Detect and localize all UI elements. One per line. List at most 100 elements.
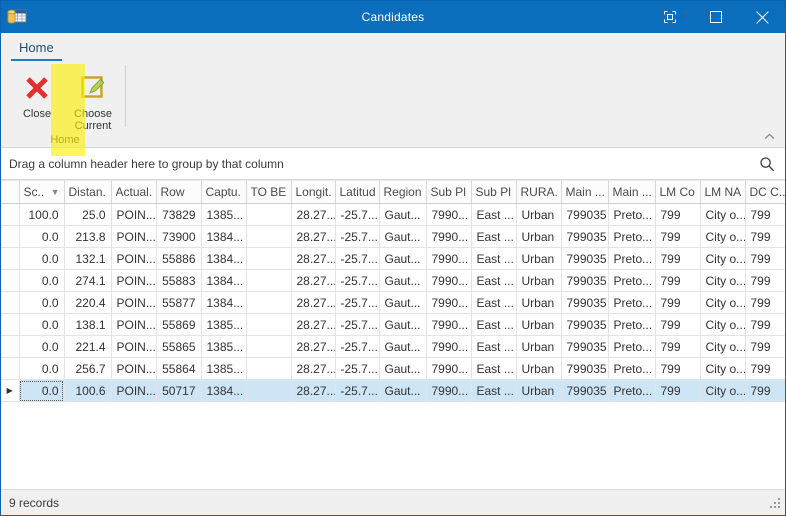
cell-subpl1[interactable]: 7990... [426,357,472,380]
cell-dcc[interactable]: 799 [745,247,785,270]
cell-main2[interactable]: Preto... [608,269,656,292]
column-header-region[interactable]: Region [379,180,427,204]
cell-lmna[interactable]: City o... [700,357,746,380]
cell-dcc[interactable]: 799 [745,313,785,336]
resize-grip-icon[interactable] [768,496,782,510]
cell-distance[interactable]: 138.1 [64,313,112,336]
cell-subpl1[interactable]: 7990... [426,379,472,402]
cell-main1[interactable]: 799035 [561,379,609,402]
cell-dcc[interactable]: 799 [745,269,785,292]
cell-lmna[interactable]: City o... [700,291,746,314]
cell-main2[interactable]: Preto... [608,335,656,358]
cell-rural[interactable]: Urban [516,291,562,314]
cell-tobe[interactable] [246,379,292,402]
cell-subpl1[interactable]: 7990... [426,247,472,270]
cell-actual[interactable]: POIN... [111,357,157,380]
cell-distance[interactable]: 213.8 [64,225,112,248]
cell-subpl2[interactable]: East ... [471,313,517,336]
cell-rural[interactable]: Urban [516,379,562,402]
cell-actual[interactable]: POIN... [111,269,157,292]
cell-main1[interactable]: 799035 [561,291,609,314]
cell-subpl2[interactable]: East ... [471,203,517,226]
table-row[interactable]: ▶ 0.0 100.6 POIN... 50717 1384... 28.27... -25.… [1,379,785,402]
column-header-tobe[interactable]: TO BE... [246,180,292,204]
cell-main2[interactable]: Preto... [608,247,656,270]
cell-score[interactable]: 0.0 [19,269,65,292]
cell-region[interactable]: Gaut... [379,203,427,226]
cell-longitude[interactable]: 28.27... [291,269,336,292]
cell-region[interactable]: Gaut... [379,225,427,248]
cell-rural[interactable]: Urban [516,203,562,226]
cell-subpl2[interactable]: East ... [471,357,517,380]
cell-lmco[interactable]: 799 [655,357,701,380]
cell-rural[interactable]: Urban [516,357,562,380]
cell-lmco[interactable]: 799 [655,225,701,248]
table-row[interactable]: 0.0 220.4 POIN... 55877 1384... 28.27... -25.7… [1,291,785,314]
cell-score[interactable]: 0.0 [19,313,65,336]
cell-distance[interactable]: 221.4 [64,335,112,358]
cell-main1[interactable]: 799035 [561,247,609,270]
table-row[interactable]: 100.0 25.0 POIN... 73829 1385... 28.27... -25.… [1,203,785,226]
cell-actual[interactable]: POIN... [111,225,157,248]
cell-longitude[interactable]: 28.27... [291,225,336,248]
cell-distance[interactable]: 274.1 [64,269,112,292]
cell-tobe[interactable] [246,335,292,358]
cell-subpl1[interactable]: 7990... [426,269,472,292]
cell-dcc[interactable]: 799 [745,335,785,358]
cell-main1[interactable]: 799035 [561,203,609,226]
cell-dcc[interactable]: 799 [745,203,785,226]
cell-latitude[interactable]: -25.7... [335,203,380,226]
cell-score[interactable]: 100.0 [19,203,65,226]
cell-rural[interactable]: Urban [516,335,562,358]
cell-subpl1[interactable]: 7990... [426,225,472,248]
cell-score[interactable]: 0.0 [19,335,65,358]
column-header-subpl1[interactable]: Sub Pl... [426,180,472,204]
group-by-panel[interactable]: Drag a column header here to group by th… [1,148,785,180]
cell-capture[interactable]: 1384... [201,247,247,270]
table-row[interactable]: 0.0 132.1 POIN... 55886 1384... 28.27... -25.7… [1,247,785,270]
cell-lmco[interactable]: 799 [655,269,701,292]
cell-latitude[interactable]: -25.7... [335,269,380,292]
cell-row[interactable]: 73829 [156,203,202,226]
cell-main1[interactable]: 799035 [561,269,609,292]
cell-row[interactable]: 55883 [156,269,202,292]
cell-subpl2[interactable]: East ... [471,335,517,358]
column-header-lmna[interactable]: LM NA... [700,180,746,204]
cell-actual[interactable]: POIN... [111,313,157,336]
column-header-capture[interactable]: Captu... [201,180,247,204]
ribbon-collapse-chevron-up-icon[interactable] [759,127,779,145]
table-row[interactable]: 0.0 256.7 POIN... 55864 1385... 28.27... -25.7… [1,357,785,380]
table-row[interactable]: 0.0 221.4 POIN... 55865 1385... 28.27... -25.7… [1,335,785,358]
column-header-actual[interactable]: Actual... [111,180,157,204]
close-button[interactable]: Close [9,65,65,120]
cell-row[interactable]: 50717 [156,379,202,402]
cell-tobe[interactable] [246,313,292,336]
cell-lmna[interactable]: City o... [700,203,746,226]
cell-subpl1[interactable]: 7990... [426,291,472,314]
cell-distance[interactable]: 100.6 [64,379,112,402]
cell-subpl1[interactable]: 7990... [426,313,472,336]
cell-capture[interactable]: 1385... [201,357,247,380]
cell-region[interactable]: Gaut... [379,313,427,336]
column-header-dcc[interactable]: DC C... [745,180,785,204]
table-row[interactable]: 0.0 213.8 POIN... 73900 1384... 28.27... -25.7… [1,225,785,248]
choose-current-button[interactable]: Choose Current [65,65,121,132]
cell-score[interactable]: 0.0 [19,291,65,314]
cell-longitude[interactable]: 28.27... [291,203,336,226]
cell-longitude[interactable]: 28.27... [291,291,336,314]
cell-distance[interactable]: 256.7 [64,357,112,380]
cell-rural[interactable]: Urban [516,247,562,270]
cell-longitude[interactable]: 28.27... [291,379,336,402]
cell-lmco[interactable]: 799 [655,379,701,402]
cell-latitude[interactable]: -25.7... [335,335,380,358]
cell-subpl2[interactable]: East ... [471,379,517,402]
cell-rural[interactable]: Urban [516,225,562,248]
cell-region[interactable]: Gaut... [379,247,427,270]
tab-home[interactable]: Home [11,38,62,61]
cell-score[interactable]: 0.0 [19,225,65,248]
cell-subpl2[interactable]: East ... [471,225,517,248]
cell-subpl1[interactable]: 7990... [426,335,472,358]
cell-tobe[interactable] [246,269,292,292]
cell-subpl2[interactable]: East ... [471,269,517,292]
cell-latitude[interactable]: -25.7... [335,291,380,314]
